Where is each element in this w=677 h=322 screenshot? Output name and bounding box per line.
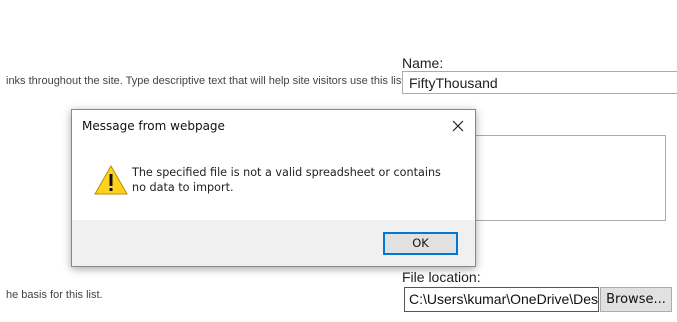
name-input[interactable]: FiftyThousand (402, 71, 677, 94)
name-description-text: inks throughout the site. Type descripti… (6, 75, 408, 87)
file-location-input[interactable]: C:\Users\kumar\OneDrive\Deskto (404, 287, 599, 312)
name-label: Name: (402, 55, 444, 71)
warning-icon (94, 165, 128, 195)
file-description-text: he basis for this list. (6, 289, 103, 301)
dialog-title: Message from webpage (82, 119, 225, 133)
message-dialog: Message from webpage The specified file … (71, 109, 476, 267)
ok-button[interactable]: OK (383, 232, 458, 255)
browse-button[interactable]: Browse... (600, 287, 672, 312)
dialog-message: The specified file is not a valid spread… (132, 166, 441, 194)
sharepoint-create-list-page: inks throughout the site. Type descripti… (0, 0, 677, 322)
dialog-footer: OK (72, 220, 475, 266)
close-icon[interactable] (448, 116, 468, 136)
file-location-label: File location: (402, 269, 481, 285)
